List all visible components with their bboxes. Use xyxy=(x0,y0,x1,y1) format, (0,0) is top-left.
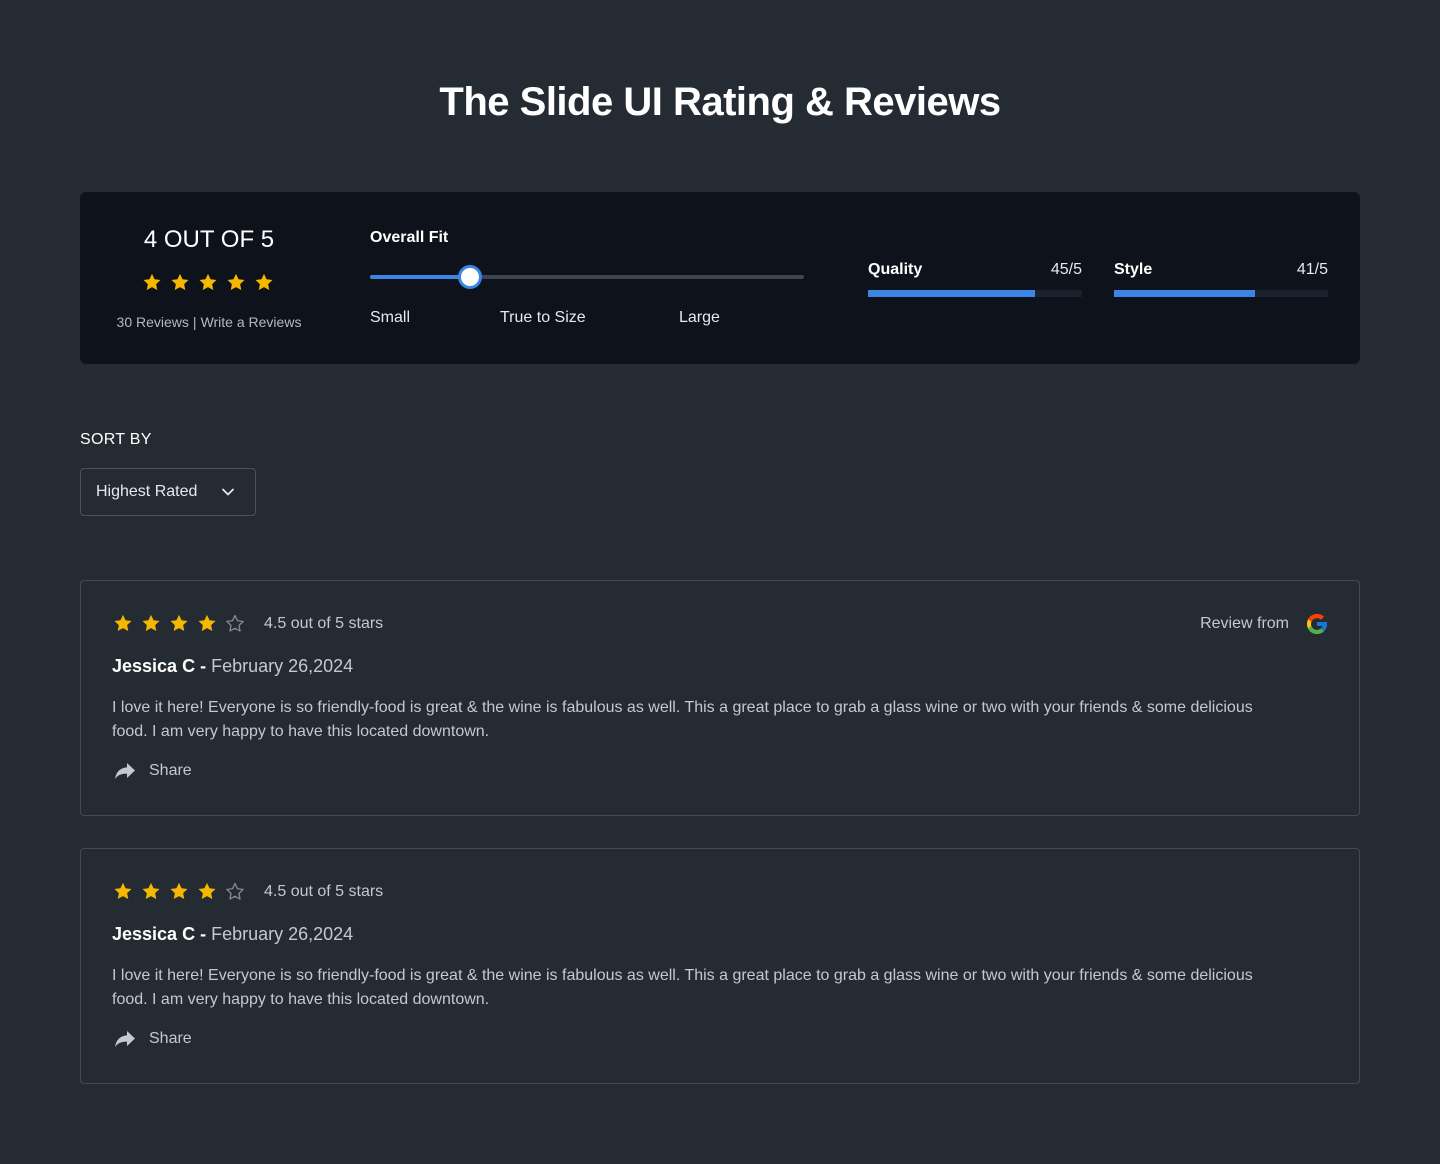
overall-fit-thumb[interactable] xyxy=(457,265,482,289)
review-author-name: Jessica C - xyxy=(112,656,207,676)
style-metric: Style 41/5 xyxy=(1114,192,1328,364)
score-links: 30 Reviews | Write a Reviews xyxy=(80,314,338,330)
review-body: I love it here! Everyone is so friendly-… xyxy=(112,967,1253,1008)
quality-value: 45/5 xyxy=(1050,261,1082,278)
star-filled-icon xyxy=(198,614,216,632)
share-arrow-icon xyxy=(115,763,135,779)
rating-summary-card: 4 OUT OF 5 30 Reviews | Write a Reviews Ov… xyxy=(80,192,1360,364)
star-empty-icon xyxy=(226,614,244,632)
review-card: 4.5 out of 5 stars Jessica C - February … xyxy=(80,848,1360,1084)
quality-label: Quality xyxy=(868,261,923,278)
star-empty-icon xyxy=(226,882,244,900)
review-stars xyxy=(113,614,245,633)
quality-bar-fill xyxy=(868,290,1035,297)
review-stars xyxy=(113,882,245,901)
share-button[interactable]: Share xyxy=(113,761,192,781)
fit-label-large: Large xyxy=(679,309,720,326)
star-filled-icon xyxy=(198,882,216,900)
overall-fit-title: Overall Fit xyxy=(370,229,449,246)
google-icon xyxy=(1307,614,1327,634)
star-filled-icon xyxy=(170,882,188,900)
sort-select[interactable]: Highest Rated xyxy=(80,468,256,516)
quality-metric: Quality 45/5 xyxy=(868,192,1082,364)
share-button[interactable]: Share xyxy=(113,1029,192,1049)
review-card: 4.5 out of 5 stars Review from Jessica C… xyxy=(80,580,1360,816)
score-stars xyxy=(142,273,274,292)
overall-fit-fill xyxy=(370,275,470,279)
fit-label-true-to-size: True to Size xyxy=(500,309,586,326)
star-filled-icon xyxy=(171,273,189,291)
star-filled-icon xyxy=(114,614,132,632)
quality-bar-track xyxy=(868,290,1082,297)
review-author: Jessica C - February 26,2024 xyxy=(112,924,353,945)
fit-label-small: Small xyxy=(370,309,411,326)
star-filled-icon xyxy=(114,882,132,900)
review-rating-text: 4.5 out of 5 stars xyxy=(264,615,384,632)
star-filled-icon xyxy=(170,614,188,632)
share-label: Share xyxy=(149,1030,192,1047)
review-source-label: Review from xyxy=(1200,615,1289,632)
review-body: I love it here! Everyone is so friendly-… xyxy=(112,699,1253,740)
review-source: Review from xyxy=(1200,612,1329,636)
share-arrow-icon xyxy=(115,1031,135,1047)
star-filled-icon xyxy=(255,273,273,291)
review-author: Jessica C - February 26,2024 xyxy=(112,656,353,677)
overall-fit-block: Overall Fit Small True to Size Large xyxy=(370,192,810,364)
style-bar-track xyxy=(1114,290,1328,297)
overall-fit-track[interactable] xyxy=(370,275,804,279)
sort-by-label: SORT BY xyxy=(80,431,152,448)
style-label: Style xyxy=(1114,261,1153,278)
write-review-link[interactable]: Write a Reviews xyxy=(201,314,302,330)
review-date: February 26,2024 xyxy=(211,924,354,944)
star-filled-icon xyxy=(142,882,160,900)
share-label: Share xyxy=(149,762,192,779)
review-author-name: Jessica C - xyxy=(112,924,207,944)
style-value: 41/5 xyxy=(1296,261,1328,278)
review-rating-text: 4.5 out of 5 stars xyxy=(264,883,384,900)
chevron-down-icon xyxy=(222,488,234,496)
star-filled-icon xyxy=(199,273,217,291)
reviews-count-link[interactable]: 30 Reviews xyxy=(117,314,189,330)
style-bar-fill xyxy=(1114,290,1256,297)
star-filled-icon xyxy=(143,273,161,291)
links-separator: | xyxy=(192,314,197,330)
page-title: The Slide UI Rating & Reviews xyxy=(439,80,1001,124)
review-date: February 26,2024 xyxy=(211,656,354,676)
star-filled-icon xyxy=(227,273,245,291)
score-title: 4 OUT OF 5 xyxy=(143,226,275,253)
star-filled-icon xyxy=(142,614,160,632)
sort-selected-value: Highest Rated xyxy=(96,483,198,500)
score-block: 4 OUT OF 5 30 Reviews | Write a Reviews xyxy=(80,192,338,364)
